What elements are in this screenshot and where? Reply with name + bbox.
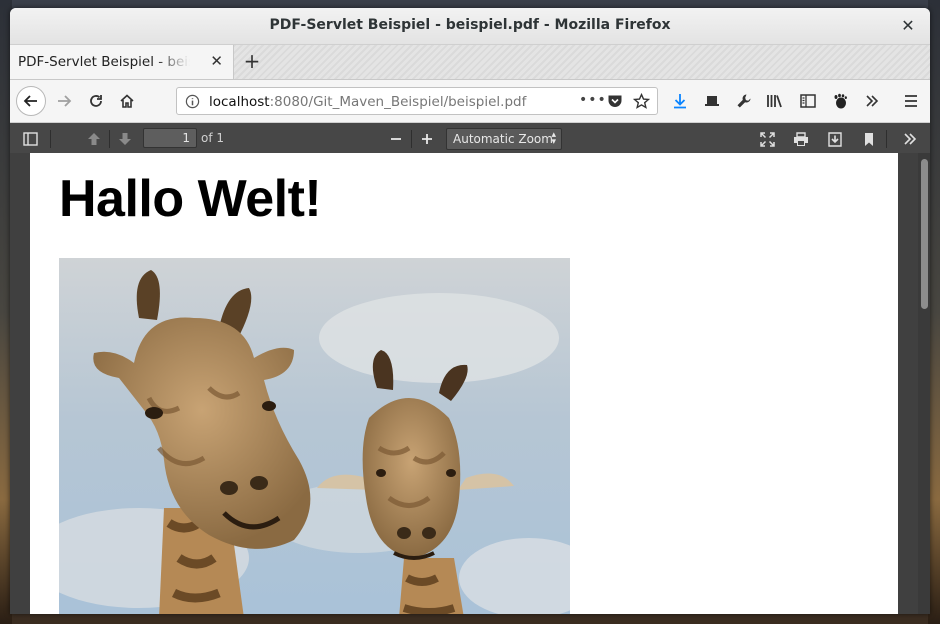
- tab-close-icon[interactable]: ✕: [210, 52, 223, 70]
- reload-button[interactable]: [82, 87, 110, 115]
- forward-button[interactable]: [50, 87, 78, 115]
- screenshot-extension-button[interactable]: [698, 87, 726, 115]
- laptop-icon: [705, 96, 719, 106]
- zoom-in-button[interactable]: [416, 129, 438, 149]
- bookmark-icon: [865, 132, 873, 146]
- close-window-icon[interactable]: ✕: [898, 16, 918, 36]
- zoom-value: Automatic Zoom: [453, 132, 553, 146]
- download-pdf-button[interactable]: [824, 129, 846, 149]
- site-info-icon[interactable]: [185, 94, 200, 109]
- toolbar-separator: [886, 130, 887, 148]
- forward-arrow-icon: [58, 95, 72, 107]
- downloads-button[interactable]: [666, 87, 694, 115]
- url-text[interactable]: localhost:8080/Git_Maven_Beispiel/beispi…: [209, 94, 526, 110]
- reload-icon: [90, 95, 102, 107]
- gnome-foot-icon: [834, 93, 847, 109]
- url-bar[interactable]: localhost:8080/Git_Maven_Beispiel/beispi…: [176, 87, 658, 115]
- save-download-icon: [828, 131, 842, 147]
- giraffes-photo: [59, 258, 570, 614]
- next-page-button[interactable]: [114, 129, 136, 149]
- new-tab-icon[interactable]: +: [240, 49, 264, 73]
- document-heading: Hallo Welt!: [59, 170, 322, 228]
- navigation-toolbar: localhost:8080/Git_Maven_Beispiel/beispi…: [10, 80, 930, 123]
- hamburger-menu-button[interactable]: [897, 87, 925, 115]
- giraffes-image: [59, 258, 570, 614]
- toolbar-separator: [109, 130, 110, 148]
- tab-pdf[interactable]: PDF-Servlet Beispiel - beispiel.pdf ✕: [10, 45, 234, 79]
- pocket-icon[interactable]: [607, 94, 623, 109]
- pdf-toolbar: 1 of 1 Automatic Zoom ▴ ▾: [10, 123, 930, 156]
- tools-button[interactable]: [899, 129, 921, 149]
- library-icon: [767, 95, 782, 108]
- tab-bar: PDF-Servlet Beispiel - beispiel.pdf ✕ +: [10, 45, 930, 80]
- print-button[interactable]: [790, 129, 812, 149]
- gnome-extension-button[interactable]: [826, 87, 854, 115]
- select-caret-icon: ▴ ▾: [551, 130, 556, 147]
- url-host: localhost: [209, 94, 270, 110]
- vertical-scrollbar[interactable]: [918, 153, 930, 614]
- arrow-up-icon: [88, 133, 100, 145]
- toolbar-separator: [411, 130, 412, 148]
- zoom-out-button[interactable]: [385, 129, 407, 149]
- bookmark-star-icon[interactable]: [633, 93, 650, 110]
- tab-label: PDF-Servlet Beispiel - beispiel.pdf: [18, 54, 190, 70]
- developer-tools-button[interactable]: [730, 87, 758, 115]
- double-chevron-icon: [866, 95, 879, 107]
- sidebar-toggle-icon: [22, 132, 38, 146]
- plus-icon: [422, 134, 432, 144]
- toolbar-separator: [50, 130, 51, 148]
- hamburger-icon: [905, 95, 917, 107]
- current-view-bookmark-button[interactable]: [858, 129, 880, 149]
- zoom-select[interactable]: Automatic Zoom ▴ ▾: [446, 128, 562, 150]
- scrollbar-thumb[interactable]: [921, 159, 928, 309]
- back-arrow-icon: [23, 95, 37, 107]
- firefox-window: PDF-Servlet Beispiel - beispiel.pdf - Mo…: [10, 8, 930, 614]
- sidebar-icon: [800, 94, 816, 108]
- back-button[interactable]: [16, 86, 46, 116]
- page-actions-icon[interactable]: •••: [579, 92, 607, 108]
- previous-page-button[interactable]: [83, 129, 105, 149]
- fullscreen-icon: [759, 131, 775, 147]
- presentation-mode-button[interactable]: [756, 129, 778, 149]
- double-chevron-icon: [904, 133, 917, 145]
- url-path: :8080/Git_Maven_Beispiel/beispiel.pdf: [269, 94, 527, 110]
- arrow-down-icon: [119, 133, 131, 145]
- home-button[interactable]: [113, 87, 141, 115]
- home-icon: [120, 94, 134, 108]
- window-title: PDF-Servlet Beispiel - beispiel.pdf - Mo…: [269, 17, 671, 33]
- pdf-viewer[interactable]: Hallo Welt!: [10, 153, 930, 614]
- wrench-icon: [737, 94, 751, 108]
- download-icon: [674, 94, 686, 109]
- library-button[interactable]: [761, 87, 789, 115]
- toggle-sidebar-button[interactable]: [19, 129, 41, 149]
- sidebar-toggle-button[interactable]: [794, 87, 822, 115]
- overflow-menu-button[interactable]: [858, 87, 886, 115]
- title-bar: PDF-Servlet Beispiel - beispiel.pdf - Mo…: [10, 8, 930, 45]
- pdf-page: Hallo Welt!: [30, 153, 898, 614]
- minus-icon: [391, 138, 401, 140]
- page-number-input[interactable]: 1: [143, 128, 197, 148]
- page-count-label: of 1: [201, 131, 225, 145]
- printer-icon: [794, 131, 808, 146]
